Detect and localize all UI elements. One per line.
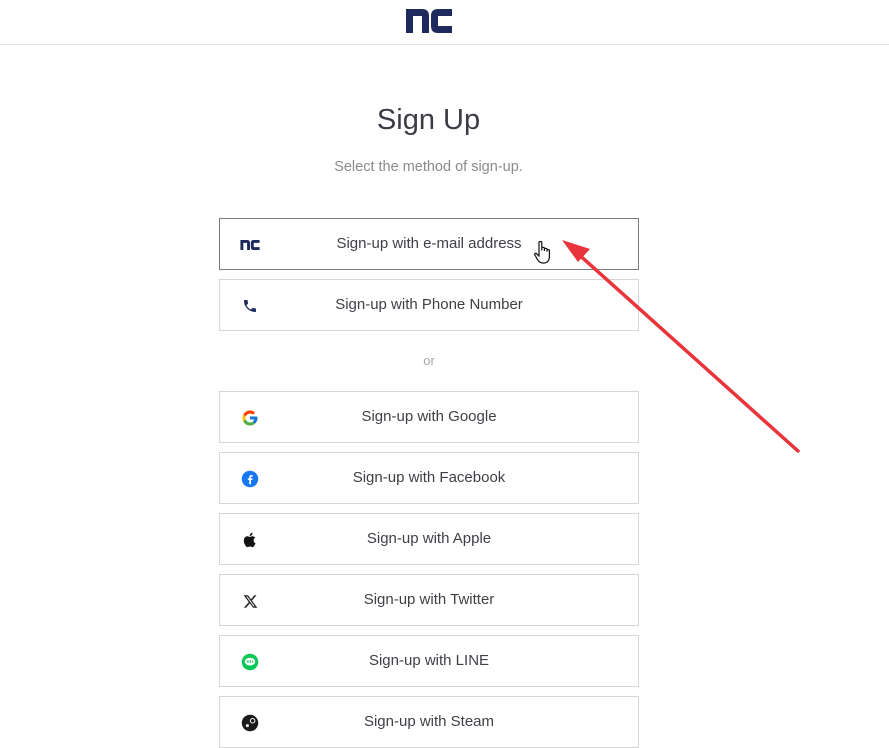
signup-twitter-button[interactable]: Sign-up with Twitter xyxy=(219,574,639,626)
signup-twitter-label: Sign-up with Twitter xyxy=(363,591,495,608)
page-title: Sign Up xyxy=(376,104,481,136)
signup-email-label: Sign-up with e-mail address xyxy=(336,235,522,252)
signup-steam-label: Sign-up with Steam xyxy=(363,713,495,730)
signup-google-label: Sign-up with Google xyxy=(361,408,497,425)
signup-apple-button[interactable]: Sign-up with Apple xyxy=(219,513,639,565)
signup-email-button[interactable]: Sign-up with e-mail address xyxy=(219,218,639,270)
signup-line-button[interactable]: Sign-up with LINE xyxy=(219,635,639,687)
signup-phone-label: Sign-up with Phone Number xyxy=(335,296,523,313)
nc-logo-icon[interactable] xyxy=(405,8,453,34)
signup-apple-label: Sign-up with Apple xyxy=(366,530,492,547)
signup-facebook-label: Sign-up with Facebook xyxy=(352,469,506,486)
page-subtitle: Select the method of sign-up. xyxy=(334,159,523,175)
signup-google-button[interactable]: Sign-up with Google xyxy=(219,391,639,443)
signup-steam-button[interactable]: Sign-up with Steam xyxy=(219,696,639,748)
signup-line-label: Sign-up with LINE xyxy=(368,652,490,669)
top-header xyxy=(0,0,889,45)
or-divider: or xyxy=(423,353,435,368)
signup-phone-button[interactable]: Sign-up with Phone Number xyxy=(219,279,639,331)
signup-facebook-button[interactable]: Sign-up with Facebook xyxy=(219,452,639,504)
